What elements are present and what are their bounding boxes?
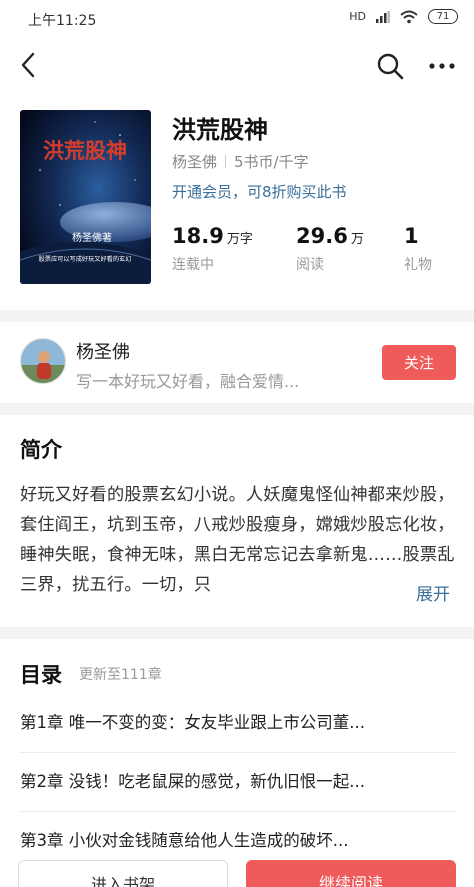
author-name[interactable]: 杨圣佛 <box>76 338 130 364</box>
chapter-divider <box>20 752 456 753</box>
catalog-title[interactable]: 目录 <box>20 659 62 689</box>
stat-gifts[interactable]: 1 礼物 <box>404 224 432 274</box>
stat-label: 阅读 <box>296 257 324 273</box>
book-author[interactable]: 杨圣佛 <box>172 151 217 172</box>
follow-button[interactable]: 关注 <box>382 345 456 380</box>
stat-unit: 万 <box>350 232 364 247</box>
battery-icon: 71 <box>428 9 458 24</box>
meta-separator <box>225 155 227 168</box>
chapter-item[interactable]: 第3章 小伙对金钱随意给他人生造成的破坏... <box>20 827 456 851</box>
stat-value: 1 <box>404 224 419 248</box>
stat-label: 连载中 <box>172 257 214 273</box>
top-nav <box>0 40 474 92</box>
expand-link[interactable]: 展开 <box>414 580 450 605</box>
wifi-icon <box>400 10 418 23</box>
author-bio: 写一本好玩又好看，融合爱情... <box>76 372 300 391</box>
stat-label: 礼物 <box>404 257 432 273</box>
more-icon[interactable] <box>424 50 460 82</box>
stat-value: 18.9 <box>172 224 224 248</box>
catalog-update-status[interactable]: 更新至111章 <box>79 664 162 684</box>
section-divider <box>0 403 474 415</box>
book-title: 洪荒股神 <box>172 116 268 144</box>
signal-icon: HD <box>349 10 366 23</box>
intro-fade <box>386 578 416 608</box>
stat-reads: 29.6 万 阅读 <box>296 224 364 274</box>
book-meta: 杨圣佛 5书币/千字 <box>172 151 309 172</box>
search-icon[interactable] <box>374 50 406 82</box>
cell-signal-icon <box>376 10 390 23</box>
chapter-item[interactable]: 第2章 没钱！吃老鼠屎的感觉，新仇旧恨一起... <box>20 768 456 792</box>
book-stats: 18.9 万字 连载中 29.6 万 阅读 1 礼物 <box>172 224 462 276</box>
add-to-shelf-button[interactable]: 进入书架 <box>18 860 228 887</box>
bottom-action-bar: 进入书架 继续阅读 <box>0 856 474 887</box>
stat-value: 29.6 <box>296 224 348 248</box>
intro-title: 简介 <box>20 438 62 462</box>
book-cover[interactable]: 洪荒股神 杨圣佛著 股票应可以写成好玩又好看的玄幻 <box>20 110 151 284</box>
status-time: 上午11:25 <box>28 13 97 29</box>
stat-unit: 万字 <box>226 232 253 247</box>
book-price: 5书币/千字 <box>234 153 309 171</box>
stat-words: 18.9 万字 连载中 <box>172 224 253 274</box>
chapter-divider <box>20 811 456 812</box>
avatar-image <box>21 339 65 383</box>
continue-reading-button[interactable]: 继续阅读 <box>246 860 456 887</box>
avatar[interactable] <box>20 338 66 384</box>
status-bar: 上午11:25 HD 71 <box>0 0 474 38</box>
cover-art: 洪荒股神 杨圣佛著 股票应可以写成好玩又好看的玄幻 <box>20 110 151 284</box>
member-offer-link[interactable]: 开通会员，可8折购买此书 <box>172 181 347 202</box>
chapter-item[interactable]: 第1章 唯一不变的变：女友毕业跟上市公司董... <box>20 709 456 733</box>
back-arrow-icon[interactable] <box>14 50 44 80</box>
cover-author: 杨圣佛著 <box>72 231 112 244</box>
status-icons: HD 71 <box>349 9 458 24</box>
cover-title: 洪荒股神 <box>43 138 127 163</box>
cover-tagline: 股票应可以写成好玩又好看的玄幻 <box>39 255 132 263</box>
section-divider <box>0 627 474 639</box>
section-divider <box>0 310 474 322</box>
